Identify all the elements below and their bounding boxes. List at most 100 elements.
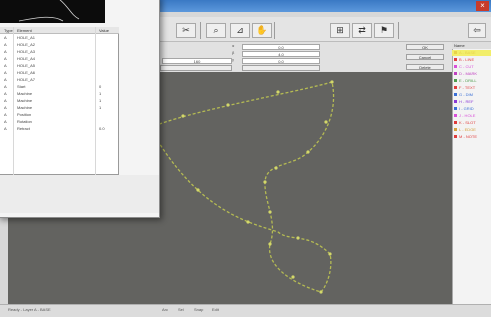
layer-color-swatch	[454, 51, 457, 55]
dialog-footer	[0, 175, 159, 213]
status-mode-3: Snap	[194, 307, 204, 312]
table-cell[interactable]: HOLE_A5	[17, 63, 35, 69]
table-cell[interactable]: 1	[99, 91, 101, 97]
table-cell[interactable]: A	[4, 49, 7, 55]
zoom-button[interactable]: ⌕	[206, 23, 226, 38]
column-element[interactable]: Element	[17, 28, 32, 33]
layer-item[interactable]: F - TEXT	[452, 85, 491, 91]
shape-preview	[0, 0, 105, 23]
layer-color-swatch	[454, 72, 457, 76]
table-cell[interactable]: Position	[17, 112, 31, 118]
outline-node[interactable]	[196, 188, 200, 192]
table-cell[interactable]: A	[4, 98, 7, 104]
layer-label: H - REF	[459, 99, 474, 104]
table-cell[interactable]: HOLE_A4	[17, 56, 35, 62]
param-apply-button[interactable]	[242, 65, 320, 71]
window-close-button[interactable]: ×	[476, 1, 489, 11]
layer-color-swatch	[454, 135, 457, 139]
layer-label: I - GRID	[459, 106, 474, 111]
table-cell[interactable]: A	[4, 112, 7, 118]
outline-node[interactable]	[276, 90, 280, 94]
outline-node[interactable]	[324, 120, 328, 124]
table-cell[interactable]: HOLE_A1	[17, 35, 35, 41]
outline-node[interactable]	[246, 220, 250, 224]
column-type[interactable]: Type	[4, 28, 13, 33]
table-cell[interactable]: A	[4, 126, 7, 132]
layer-label: E - DRILL	[459, 78, 477, 83]
outline-nodes	[148, 80, 334, 294]
table-cell[interactable]: 0	[99, 84, 101, 90]
table-cell[interactable]: A	[4, 119, 7, 125]
table-cell[interactable]: Machine	[17, 91, 32, 97]
layer-item[interactable]: B - LINE	[452, 57, 491, 63]
layer-item[interactable]: J - HOLE	[452, 113, 491, 119]
column-value[interactable]: Value	[99, 28, 109, 33]
toolbar-separator	[274, 22, 275, 39]
param-field-4[interactable]: 0.0	[242, 58, 320, 64]
table-cell[interactable]: Rotation	[17, 119, 32, 125]
table-cell[interactable]: Machine	[17, 105, 32, 111]
table-cell[interactable]: Machine	[17, 98, 32, 104]
outline-node[interactable]	[268, 242, 272, 246]
outline-node[interactable]	[274, 166, 278, 170]
paste-button[interactable]: ✂	[176, 23, 196, 38]
outline-node[interactable]	[263, 180, 267, 184]
table-cell[interactable]: HOLE_A6	[17, 70, 35, 76]
layer-item[interactable]: D - MARK	[452, 71, 491, 77]
layer-item[interactable]: E - DRILL	[452, 78, 491, 84]
table-cell[interactable]: A	[4, 84, 7, 90]
layer-item[interactable]: H - REF	[452, 99, 491, 105]
outline-node[interactable]	[291, 275, 295, 279]
outline-node[interactable]	[296, 236, 300, 240]
exit-button[interactable]: ⇦	[468, 23, 486, 38]
table-cell[interactable]: A	[4, 70, 7, 76]
table-cell[interactable]: Start	[17, 84, 25, 90]
layer-item[interactable]: M - NOTE	[452, 134, 491, 140]
layer-item[interactable]: I - GRID	[452, 106, 491, 112]
grid-button[interactable]: ⊞	[330, 23, 350, 38]
outline-node[interactable]	[330, 80, 334, 84]
param-field-1[interactable]: 0.0	[242, 44, 320, 50]
table-cell[interactable]: 1	[99, 105, 101, 111]
table-cell[interactable]: A	[4, 91, 7, 97]
measure-button[interactable]: ⊿	[230, 23, 250, 38]
outline-node[interactable]	[226, 103, 230, 107]
layer-item[interactable]: C - CUT	[452, 64, 491, 70]
table-cell[interactable]: HOLE_A3	[17, 49, 35, 55]
outline-node[interactable]	[306, 150, 310, 154]
layer-item[interactable]: G - DIM	[452, 92, 491, 98]
table-cell[interactable]: A	[4, 35, 7, 41]
table-cell[interactable]: A	[4, 56, 7, 62]
outline-node[interactable]	[328, 252, 332, 256]
status-mode-1: Arc	[162, 307, 168, 312]
layer-label: F - TEXT	[459, 85, 476, 90]
param-field-2[interactable]: 4.0	[242, 51, 320, 57]
param-field-3[interactable]: 160	[162, 58, 232, 64]
layer-label: J - HOLE	[459, 113, 476, 118]
table-cell[interactable]: A	[4, 63, 7, 69]
delete-button[interactable]: Delete	[406, 64, 444, 70]
layer-item[interactable]: A - BASE	[452, 50, 491, 56]
table-cell[interactable]: HOLE_A2	[17, 42, 35, 48]
table-cell[interactable]: A	[4, 42, 7, 48]
layers-header: Name	[452, 42, 491, 49]
outline-node[interactable]	[319, 290, 323, 294]
table-cell[interactable]: A	[4, 77, 7, 83]
mirror-button[interactable]: ⇄	[352, 23, 372, 38]
table-cell[interactable]: A	[4, 105, 7, 111]
layer-label: K - SLOT	[459, 120, 476, 125]
flag-button[interactable]: ⚑	[374, 23, 394, 38]
param-wide-button[interactable]	[160, 65, 232, 71]
ok-button[interactable]: OK	[406, 44, 444, 50]
cancel-button[interactable]: Cancel	[406, 54, 444, 60]
hand-button[interactable]: ✋	[252, 23, 272, 38]
table-cell[interactable]: 1	[99, 98, 101, 104]
table-cell[interactable]: HOLE_A7	[17, 77, 35, 83]
layer-item[interactable]: K - SLOT	[452, 120, 491, 126]
layer-item[interactable]: L - EDGE	[452, 127, 491, 133]
layer-color-swatch	[454, 93, 457, 97]
outline-node[interactable]	[181, 114, 185, 118]
table-cell[interactable]: Retract	[17, 126, 30, 132]
outline-node[interactable]	[268, 210, 272, 214]
table-cell[interactable]: 0.0	[99, 126, 105, 132]
